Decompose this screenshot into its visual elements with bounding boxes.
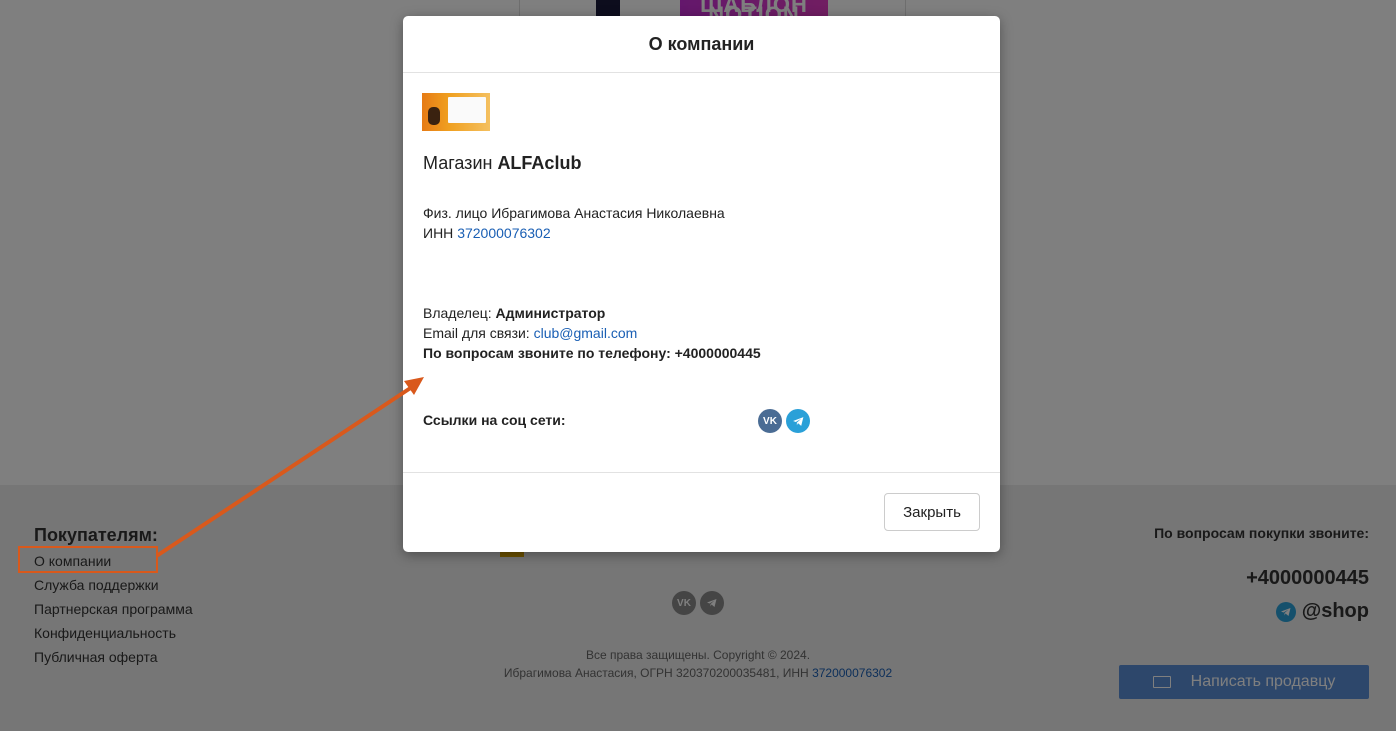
person-name: Физ. лицо Ибрагимова Анастасия Николаевн… — [423, 205, 725, 221]
social-links: VK — [758, 409, 810, 433]
owner-value: Администратор — [495, 305, 606, 321]
modal-title: О компании — [648, 33, 755, 54]
email-label: Email для связи: — [423, 325, 534, 341]
owner-label: Владелец: — [423, 305, 496, 321]
email-link[interactable]: club@gmail.com — [534, 325, 638, 341]
telegram-icon[interactable] — [786, 409, 810, 433]
social-links-label: Ссылки на соц сети: — [423, 412, 566, 428]
shop-logo-image — [422, 93, 490, 131]
annotation-highlight-box — [18, 546, 158, 573]
shop-name-line: Магазин ALFAclub — [423, 153, 581, 174]
inn-link[interactable]: 372000076302 — [457, 225, 550, 241]
phone-text: По вопросам звоните по телефону: +400000… — [423, 345, 761, 361]
owner-line: Владелец: Администратор — [423, 303, 761, 323]
modal-footer: Закрыть — [403, 472, 1000, 553]
inn-label: ИНН — [423, 225, 458, 241]
contact-info: Владелец: Администратор Email для связи:… — [423, 303, 761, 363]
inn-line: ИНН 372000076302 — [423, 223, 725, 243]
shop-name: ALFAclub — [497, 153, 582, 173]
about-company-modal: О компании Магазин ALFAclub Физ. лицо Иб… — [403, 16, 1000, 552]
email-line: Email для связи: club@gmail.com — [423, 323, 761, 343]
vk-icon[interactable]: VK — [758, 409, 782, 433]
shop-prefix: Магазин — [423, 153, 498, 173]
legal-info: Физ. лицо Ибрагимова Анастасия Николаевн… — [423, 203, 725, 243]
phone-line: По вопросам звоните по телефону: +400000… — [423, 343, 761, 363]
modal-body: Магазин ALFAclub Физ. лицо Ибрагимова Ан… — [403, 73, 1000, 473]
modal-header: О компании — [403, 16, 1000, 73]
close-button[interactable]: Закрыть — [884, 493, 980, 531]
